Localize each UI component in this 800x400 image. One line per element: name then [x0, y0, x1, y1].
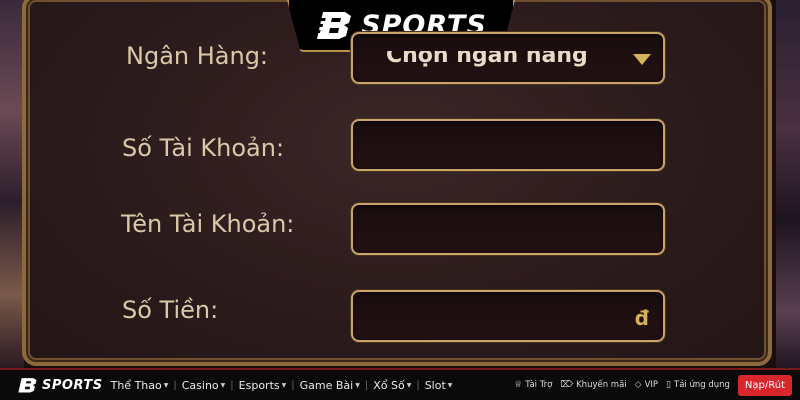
tag-icon: ⌦: [560, 380, 574, 390]
caret-down-icon: ▼: [406, 381, 412, 389]
nav-item-label: Slot: [424, 378, 446, 392]
caret-down-icon: ▼: [355, 381, 360, 389]
trophy-icon: ♕: [514, 380, 523, 390]
nav-item-label: Casino: [181, 378, 219, 392]
background-left: [0, 0, 24, 368]
background-right: [776, 0, 800, 368]
util-download-app[interactable]: ▯ Tải ứng dụng: [666, 380, 730, 390]
account-name-input[interactable]: [351, 203, 665, 255]
caret-down-icon: ▼: [220, 381, 226, 389]
amount-input[interactable]: đ: [351, 290, 665, 342]
caret-down-icon: ▼: [163, 381, 169, 389]
nav-item-xo-so[interactable]: Xổ Số ▼: [373, 379, 411, 392]
nav-item-game-bai[interactable]: Game Bài ▼: [300, 379, 360, 392]
nav-separator: |: [416, 379, 420, 391]
bank-select-value: Chọn ngân hàng: [386, 43, 588, 68]
amount-label: Số Tiền:: [122, 296, 219, 324]
phone-icon: ▯: [666, 380, 671, 390]
navbar-brand-name: SPORTS: [42, 377, 103, 393]
nav-item-casino[interactable]: Casino ▼: [182, 379, 226, 392]
util-promotions[interactable]: ⌦ Khuyến mãi: [560, 380, 626, 390]
util-sponsor[interactable]: ♕ Tài Trợ: [514, 380, 552, 390]
bottom-navbar: SPORTS Thể Thao ▼ | Casino ▼ | Esports ▼ | …: [0, 368, 800, 400]
util-label: Tài Trợ: [525, 380, 553, 390]
util-label: Khuyến mãi: [576, 380, 627, 390]
account-number-label: Số Tài Khoản:: [122, 134, 285, 162]
account-name-label: Tên Tài Khoản:: [121, 210, 295, 238]
nav-item-label: Esports: [238, 378, 280, 392]
caret-down-icon: ▼: [447, 381, 453, 389]
nav-separator: |: [364, 379, 369, 391]
util-label: Tải ứng dụng: [674, 380, 730, 390]
brand-b-icon: [315, 12, 352, 39]
nav-item-label: Xổ Số: [373, 378, 405, 392]
nav-item-the-thao[interactable]: Thể Thao ▼: [111, 379, 169, 392]
nav-separator: |: [173, 379, 177, 391]
nav-item-label: Thể Thao: [110, 378, 162, 392]
caret-down-icon: ▼: [281, 381, 287, 389]
diamond-icon: ◇: [634, 380, 642, 390]
nav-separator: |: [291, 379, 295, 391]
nav-item-label: Game Bài: [299, 378, 354, 392]
util-vip[interactable]: ◇ VIP: [635, 380, 658, 390]
bank-label: Ngân Hàng:: [126, 42, 269, 70]
currency-symbol: đ: [634, 306, 649, 330]
chevron-down-icon: [633, 54, 651, 65]
account-number-input[interactable]: [351, 119, 665, 171]
brand-b-icon: [18, 378, 37, 393]
util-label: VIP: [644, 380, 659, 390]
nav-item-esports[interactable]: Esports ▼: [239, 379, 287, 392]
nav-separator: |: [230, 379, 234, 391]
navbar-logo[interactable]: SPORTS: [17, 377, 103, 393]
nav-item-slot[interactable]: Slot ▼: [425, 379, 453, 392]
navbar-utilities: ♕ Tài Trợ ⌦ Khuyến mãi ◇ VIP ▯ Tải ứng dụng …: [514, 374, 792, 396]
deposit-withdraw-button[interactable]: Nạp/Rút: [737, 374, 792, 396]
bank-select[interactable]: Chọn ngân hàng: [351, 32, 665, 84]
